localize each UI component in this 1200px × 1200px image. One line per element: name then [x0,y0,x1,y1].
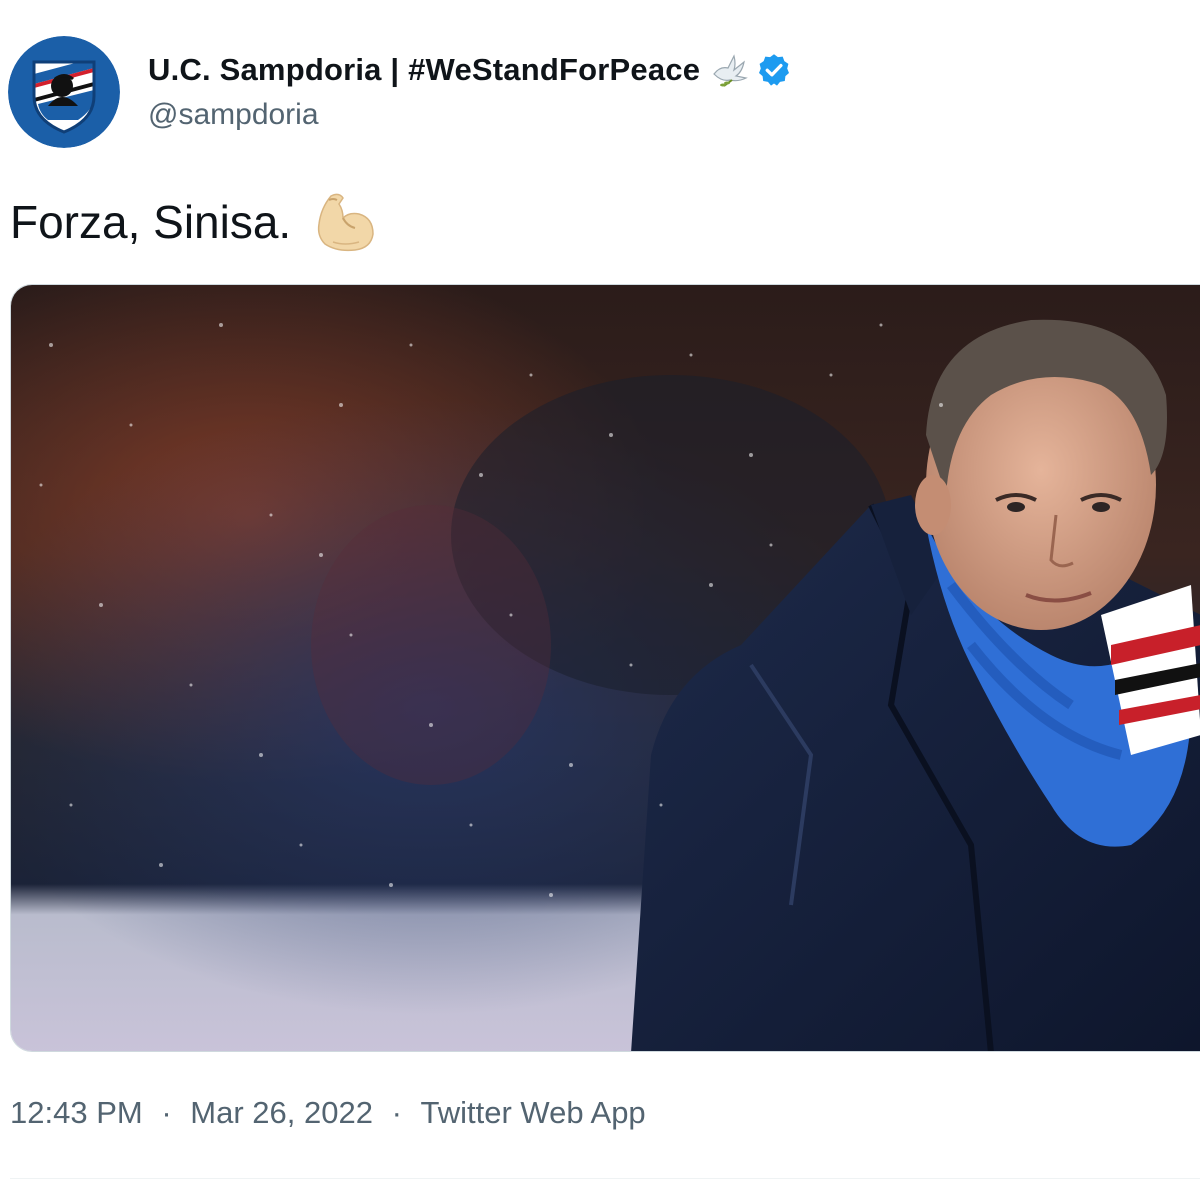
tweet-text: Forza, Sinisa. [10,190,377,254]
tweet-text-content: Forza, Sinisa. [10,196,292,248]
avatar[interactable] [8,36,120,148]
tweet-date[interactable]: Mar 26, 2022 [190,1095,373,1131]
dove-icon [710,52,750,88]
tweet-card: U.C. Sampdoria | #WeStandForPeace @sampd… [0,0,1200,1200]
display-name-row: U.C. Sampdoria | #WeStandForPeace [148,50,792,90]
tweet-photo[interactable] [10,284,1200,1052]
tweet-source[interactable]: Twitter Web App [421,1095,646,1131]
account-handle[interactable]: @sampdoria [148,98,792,132]
coach-in-rain-photo [11,285,1200,1051]
flexed-biceps-icon [313,190,377,254]
sampdoria-crest-icon [8,36,120,148]
tweet-meta: 12:43 PM · Mar 26, 2022 · Twitter Web Ap… [10,1095,646,1131]
divider [10,1178,1200,1179]
meta-separator: · [161,1095,172,1130]
account-names: U.C. Sampdoria | #WeStandForPeace @sampd… [148,50,792,132]
display-name[interactable]: U.C. Sampdoria | #WeStandForPeace [148,52,700,88]
tweet-time[interactable]: 12:43 PM [10,1095,143,1131]
tweet-header: U.C. Sampdoria | #WeStandForPeace @sampd… [8,36,792,154]
meta-separator: · [391,1095,402,1130]
verified-badge-icon [756,52,792,88]
